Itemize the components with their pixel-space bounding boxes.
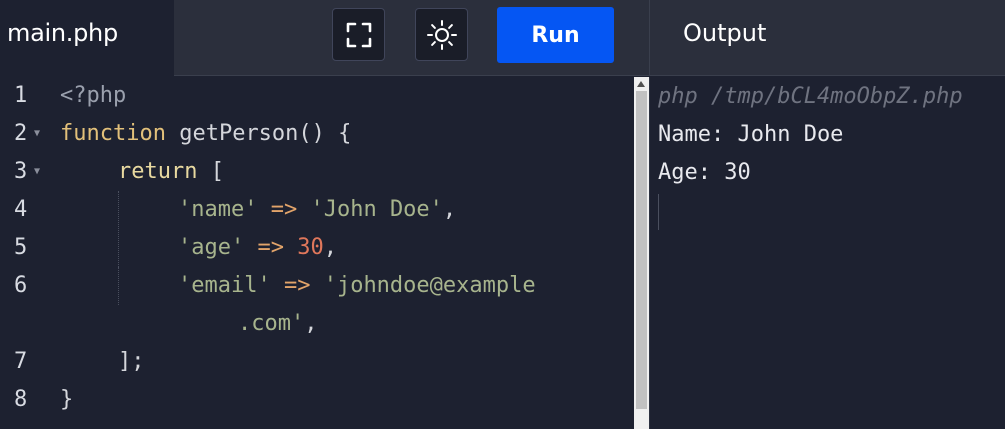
code-line-5: 'age' => 30,	[178, 235, 337, 260]
indent-guide	[118, 267, 119, 305]
code-line-3: return [	[118, 159, 224, 184]
output-command: php /tmp/bCL4moObpZ.php	[658, 84, 963, 109]
code-line-2: function getPerson() {	[60, 121, 352, 146]
code-line-1: <?php	[60, 83, 127, 108]
sun-icon	[426, 19, 457, 50]
code-line-4: 'name' => 'John Doe',	[178, 197, 457, 222]
line-number: 1	[14, 83, 28, 108]
line-number: 4	[14, 197, 28, 222]
fullscreen-button[interactable]	[332, 8, 385, 61]
line-number: 3	[14, 159, 28, 184]
line-number: 6	[14, 273, 28, 298]
code-line-7: ];	[118, 349, 145, 374]
line-number: 7	[14, 349, 28, 374]
line-number: 2	[14, 121, 28, 146]
theme-toggle-button[interactable]	[415, 8, 468, 61]
toolbar: Run	[174, 0, 649, 76]
file-tab[interactable]: main.php	[0, 0, 174, 76]
code-line-8: }	[60, 387, 74, 412]
line-gutter: 1 2 ▼ 3 ▼ 4 5 6 7 8	[0, 77, 52, 429]
code-editor[interactable]: 1 2 ▼ 3 ▼ 4 5 6 7 8 <?php function getPe…	[0, 77, 634, 429]
code-line-6-wrap: .com',	[238, 311, 318, 336]
fold-arrow-icon[interactable]: ▼	[34, 153, 40, 191]
scroll-up-arrow-icon[interactable]	[637, 81, 645, 87]
fullscreen-icon	[346, 22, 371, 47]
code-line-6: 'email' => 'johndoe@example	[178, 273, 536, 298]
output-panel: php /tmp/bCL4moObpZ.php Name: John Doe A…	[649, 77, 1005, 429]
scroll-thumb[interactable]	[636, 91, 647, 409]
editor-scrollbar[interactable]	[634, 77, 649, 429]
line-number: 5	[14, 235, 28, 260]
line-number: 8	[14, 387, 28, 412]
output-line: Name: John Doe	[658, 122, 844, 147]
output-tab: Output	[649, 0, 1005, 76]
output-cursor	[658, 194, 659, 230]
fold-arrow-icon[interactable]: ▼	[34, 115, 40, 153]
output-line: Age: 30	[658, 160, 751, 185]
file-tab-label: main.php	[7, 19, 118, 47]
code-editor-app: main.php Run Output 1 2 ▼ 3 ▼ 4 5 6 7 8 …	[0, 0, 1005, 429]
output-title: Output	[683, 19, 767, 47]
run-button[interactable]: Run	[497, 7, 614, 63]
